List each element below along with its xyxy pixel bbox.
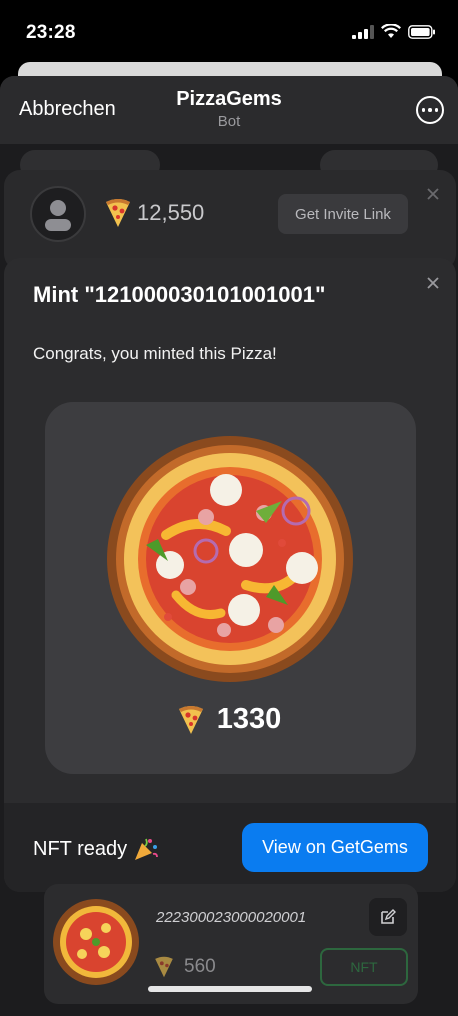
- pizza-slice-icon: [106, 199, 130, 227]
- status-icons: [352, 24, 436, 39]
- battery-icon: [408, 24, 435, 39]
- pizza-thumbnail: [53, 899, 139, 985]
- status-time: 23:28: [26, 22, 76, 43]
- pizza-slice-icon: [178, 705, 203, 734]
- wifi-icon: [381, 24, 401, 38]
- mint-price: 1330: [0, 703, 458, 736]
- nft-badge[interactable]: NFT: [320, 948, 408, 986]
- mint-price-value: 1330: [216, 703, 282, 735]
- nft-ready-status: NFT ready: [33, 836, 159, 862]
- nft-ready-label: NFT ready: [33, 837, 128, 860]
- avatar[interactable]: [30, 186, 86, 242]
- pizza-price: 560: [152, 956, 216, 978]
- pizza-price-value: 560: [184, 956, 216, 977]
- edit-icon: [381, 909, 396, 924]
- pizza-id: 222300023000020001: [156, 909, 307, 926]
- more-options-button[interactable]: [416, 96, 444, 124]
- bot-title: PizzaGems: [176, 88, 282, 110]
- modal-close-icon[interactable]: [425, 275, 441, 291]
- modal-title: Mint "121000030101001001": [33, 282, 326, 307]
- get-invite-link-button[interactable]: Get Invite Link: [278, 194, 408, 234]
- home-indicator: [148, 986, 312, 992]
- signal-icon: [352, 24, 374, 39]
- pizza-image: [107, 436, 353, 682]
- view-on-getgems-button[interactable]: View on GetGems: [242, 823, 428, 872]
- balance-amount: 12,550: [137, 200, 205, 225]
- pizza-slice-icon: [155, 956, 173, 978]
- user-icon: [45, 200, 71, 231]
- party-popper-icon: [135, 838, 159, 860]
- close-icon[interactable]: [425, 186, 441, 202]
- edit-button[interactable]: [369, 898, 407, 936]
- modal-message: Congrats, you minted this Pizza!: [33, 344, 277, 363]
- bot-subtitle: Bot: [217, 113, 241, 130]
